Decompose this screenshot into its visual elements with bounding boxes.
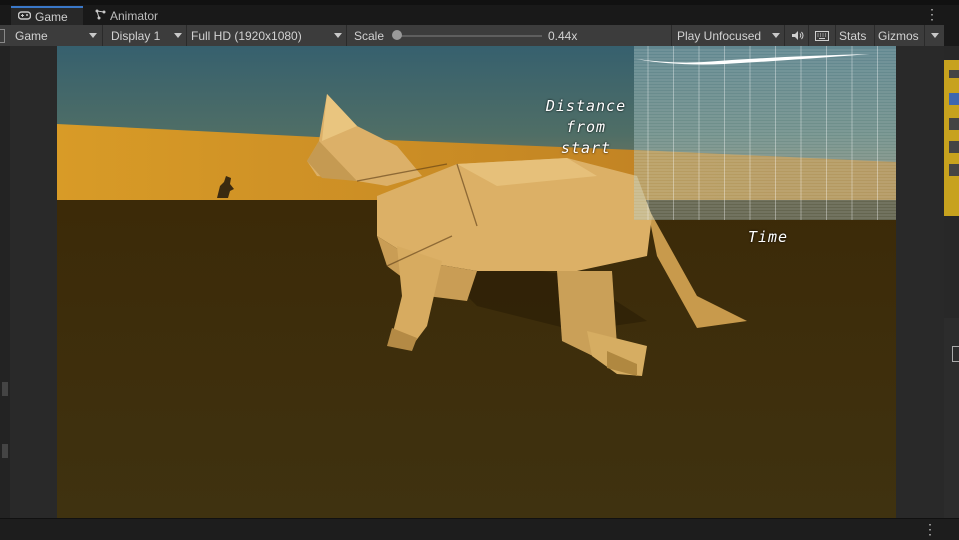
divider (102, 25, 103, 46)
divider (671, 25, 672, 46)
gizmos-dropdown-button[interactable] (926, 25, 944, 46)
chevron-down-icon (931, 33, 939, 38)
keyboard-button[interactable] (810, 25, 834, 46)
stats-button[interactable]: Stats (837, 25, 873, 46)
scale-slider-track[interactable] (396, 35, 542, 37)
chevron-down-icon (89, 33, 97, 38)
tab-animator-label: Animator (110, 8, 159, 23)
animator-icon (95, 9, 106, 23)
y-label-line: Distance (545, 97, 627, 115)
divider (186, 25, 187, 46)
divider (874, 25, 875, 46)
view-mode-dropdown[interactable]: Game (10, 25, 102, 46)
resolution-value: Full HD (1920x1080) (191, 28, 302, 43)
chevron-down-icon (772, 33, 780, 38)
graph-y-axis-label: Distance from start (540, 96, 632, 159)
divider (808, 25, 809, 46)
chevron-down-icon (334, 33, 342, 38)
play-mode-dropdown[interactable]: Play Unfocused (673, 25, 783, 46)
window-top-edge (0, 0, 959, 5)
gizmos-button[interactable]: Gizmos (876, 25, 924, 46)
display-value: Display 1 (111, 28, 161, 43)
bottom-panel-bar (0, 518, 959, 540)
y-label-line: start (560, 139, 612, 157)
speaker-icon (791, 31, 803, 40)
tab-game-label: Game (35, 9, 68, 24)
mute-audio-button[interactable] (786, 25, 808, 46)
display-dropdown[interactable]: Display 1 (104, 25, 186, 46)
more-options-icon[interactable]: ⋮ (923, 521, 937, 538)
toolbar-left-edge (0, 25, 10, 46)
chevron-down-icon (174, 33, 182, 38)
left-panel-edge (0, 46, 10, 518)
keyboard-icon (815, 30, 829, 41)
tab-animator[interactable]: Animator (88, 6, 185, 25)
y-label-line: from (565, 118, 607, 136)
tab-game[interactable]: Game (11, 6, 83, 25)
divider (784, 25, 785, 46)
distance-time-graph (634, 46, 896, 220)
resolution-dropdown[interactable]: Full HD (1920x1080) (188, 25, 345, 46)
graph-x-axis-label: Time (747, 228, 789, 246)
view-mode-value: Game (15, 28, 48, 43)
divider (835, 25, 836, 46)
inspector-panel-edge (944, 46, 959, 518)
divider (346, 25, 347, 46)
divider (924, 25, 925, 46)
more-options-icon[interactable]: ⋮ (925, 6, 939, 23)
gamepad-icon (17, 10, 32, 23)
scale-label: Scale (354, 28, 385, 43)
play-mode-value: Play Unfocused (677, 28, 762, 43)
scale-value: 0.44x (548, 28, 578, 43)
scale-slider-handle[interactable] (392, 30, 402, 40)
